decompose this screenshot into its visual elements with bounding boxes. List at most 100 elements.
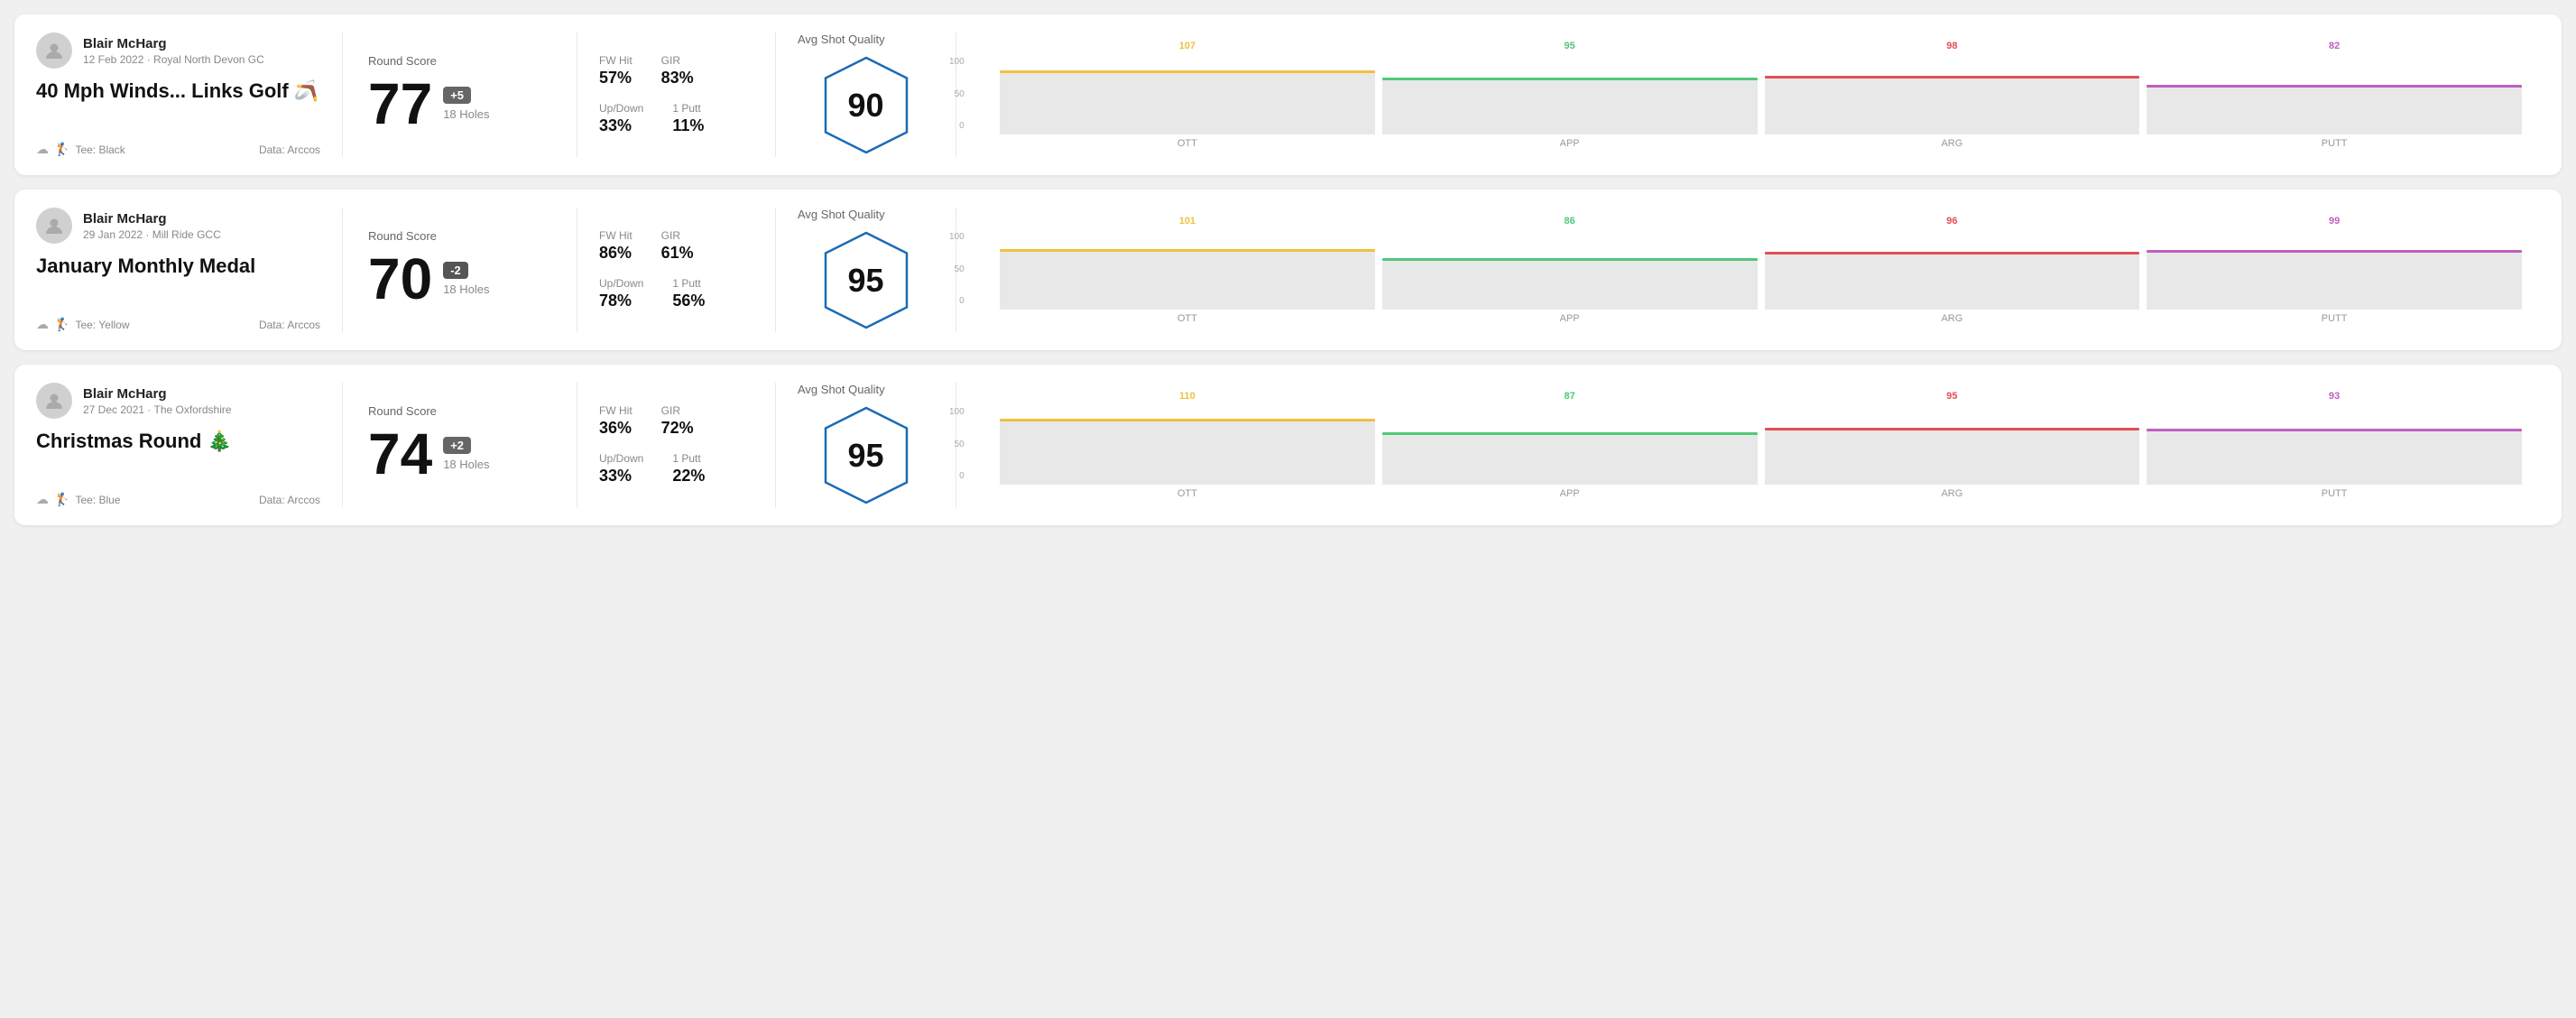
quality-score: 95 <box>847 437 883 475</box>
hexagon-container: 95 <box>798 228 934 332</box>
tee-label: Tee: Black <box>75 143 125 156</box>
user-info: Blair McHarg 29 Jan 2022 · Mill Ride GCC <box>36 208 320 244</box>
score-diff-badge: -2 <box>443 262 468 279</box>
up-down-stat: Up/Down 33% <box>599 452 643 486</box>
card-middle: Round Score 74 +2 18 Holes <box>343 383 577 507</box>
up-down-stat: Up/Down 33% <box>599 102 643 135</box>
fw-hit-stat: FW Hit 57% <box>599 54 632 88</box>
one-putt-stat: 1 Putt 56% <box>672 277 705 310</box>
gir-value: 72% <box>661 419 694 438</box>
score-badge: -2 18 Holes <box>443 262 489 296</box>
chart-y-axis: 100 50 0 <box>949 57 965 131</box>
card-chart: 100 50 0 110 OTT 87 <box>956 383 2540 507</box>
round-card: Blair McHarg 12 Feb 2022 · Royal North D… <box>14 14 2562 175</box>
data-source: Data: Arccos <box>259 319 320 331</box>
bar-axis-label: ARG <box>1941 488 1962 499</box>
up-down-label: Up/Down <box>599 102 643 115</box>
hexagon: 90 <box>821 53 911 157</box>
card-stats: FW Hit 86% GIR 61% Up/Down 78% 1 Putt <box>577 208 776 332</box>
card-footer: ☁ 🏌 Tee: Yellow Data: Arccos <box>36 317 320 332</box>
user-details: Blair McHarg 12 Feb 2022 · Royal North D… <box>83 36 264 66</box>
bar-axis-label: PUTT <box>2322 488 2348 499</box>
card-left: Blair McHarg 27 Dec 2021 · The Oxfordshi… <box>36 383 343 507</box>
one-putt-label: 1 Putt <box>672 102 704 115</box>
round-score-label: Round Score <box>368 404 551 418</box>
hexagon-container: 90 <box>798 53 934 157</box>
bar-axis-label: APP <box>1560 488 1580 499</box>
hexagon: 95 <box>821 403 911 507</box>
tee-info: ☁ 🏌 Tee: Yellow <box>36 317 129 332</box>
score-diff-badge: +5 <box>443 87 471 104</box>
one-putt-stat: 1 Putt 11% <box>672 102 704 135</box>
fw-hit-label: FW Hit <box>599 404 632 417</box>
round-card: Blair McHarg 27 Dec 2021 · The Oxfordshi… <box>14 365 2562 525</box>
bar-value: 107 <box>1179 41 1196 51</box>
avatar <box>36 383 72 419</box>
score-value: 74 <box>368 425 432 483</box>
one-putt-stat: 1 Putt 22% <box>672 452 705 486</box>
weather-icon: ☁ <box>36 492 49 507</box>
up-down-label: Up/Down <box>599 277 643 290</box>
up-down-value: 33% <box>599 116 643 135</box>
bar-group-arg: 95 ARG <box>1765 391 2140 499</box>
user-date-course: 29 Jan 2022 · Mill Ride GCC <box>83 228 221 241</box>
fw-hit-value: 36% <box>599 419 632 438</box>
user-name: Blair McHarg <box>83 211 221 227</box>
bar-axis-label: APP <box>1560 313 1580 324</box>
card-middle: Round Score 70 -2 18 Holes <box>343 208 577 332</box>
stats-row-bottom: Up/Down 33% 1 Putt 11% <box>599 102 753 135</box>
bar-axis-label: OTT <box>1177 488 1197 499</box>
one-putt-value: 22% <box>672 467 705 486</box>
fw-hit-label: FW Hit <box>599 229 632 242</box>
one-putt-label: 1 Putt <box>672 452 705 465</box>
data-source: Data: Arccos <box>259 494 320 506</box>
bar-group-ott: 107 OTT <box>1000 41 1375 149</box>
user-name: Blair McHarg <box>83 36 264 51</box>
score-row: 74 +2 18 Holes <box>368 425 551 483</box>
card-left: Blair McHarg 29 Jan 2022 · Mill Ride GCC… <box>36 208 343 332</box>
bar-value: 95 <box>1565 41 1575 51</box>
bar-group-arg: 98 ARG <box>1765 41 2140 149</box>
gir-stat: GIR 83% <box>661 54 694 88</box>
gir-label: GIR <box>661 404 694 417</box>
user-date-course: 27 Dec 2021 · The Oxfordshire <box>83 403 232 416</box>
holes-label: 18 Holes <box>443 107 489 121</box>
one-putt-label: 1 Putt <box>672 277 705 290</box>
card-footer: ☁ 🏌 Tee: Black Data: Arccos <box>36 142 320 157</box>
bar-axis-label: OTT <box>1177 138 1197 149</box>
stats-row-top: FW Hit 86% GIR 61% <box>599 229 753 263</box>
bar-value: 86 <box>1565 216 1575 227</box>
fw-hit-label: FW Hit <box>599 54 632 67</box>
bar-group-putt: 93 PUTT <box>2147 391 2522 499</box>
one-putt-value: 11% <box>672 116 704 135</box>
hexagon: 95 <box>821 228 911 332</box>
fw-hit-value: 57% <box>599 69 632 88</box>
card-stats: FW Hit 57% GIR 83% Up/Down 33% 1 Putt <box>577 32 776 157</box>
bar-chart: 110 OTT 87 APP 95 <box>1000 391 2522 499</box>
user-details: Blair McHarg 29 Jan 2022 · Mill Ride GCC <box>83 211 221 241</box>
up-down-label: Up/Down <box>599 452 643 465</box>
gir-value: 61% <box>661 244 694 263</box>
bar-value: 95 <box>1946 391 1957 402</box>
bar-group-arg: 96 ARG <box>1765 216 2140 324</box>
user-info: Blair McHarg 27 Dec 2021 · The Oxfordshi… <box>36 383 320 419</box>
round-title: 40 Mph Winds... Links Golf 🪃 <box>36 79 320 103</box>
round-score-label: Round Score <box>368 229 551 243</box>
chart-y-axis: 100 50 0 <box>949 407 965 481</box>
user-details: Blair McHarg 27 Dec 2021 · The Oxfordshi… <box>83 386 232 416</box>
quality-score: 95 <box>847 262 883 300</box>
up-down-value: 78% <box>599 292 643 310</box>
card-chart: 100 50 0 107 OTT 95 <box>956 32 2540 157</box>
avatar <box>36 208 72 244</box>
one-putt-value: 56% <box>672 292 705 310</box>
tee-info: ☁ 🏌 Tee: Black <box>36 142 125 157</box>
fw-hit-value: 86% <box>599 244 632 263</box>
bag-icon: 🏌 <box>54 142 69 157</box>
data-source: Data: Arccos <box>259 143 320 156</box>
stats-row-top: FW Hit 57% GIR 83% <box>599 54 753 88</box>
bar-group-ott: 101 OTT <box>1000 216 1375 324</box>
chart-y-axis: 100 50 0 <box>949 232 965 306</box>
card-stats: FW Hit 36% GIR 72% Up/Down 33% 1 Putt <box>577 383 776 507</box>
up-down-stat: Up/Down 78% <box>599 277 643 310</box>
holes-label: 18 Holes <box>443 282 489 296</box>
